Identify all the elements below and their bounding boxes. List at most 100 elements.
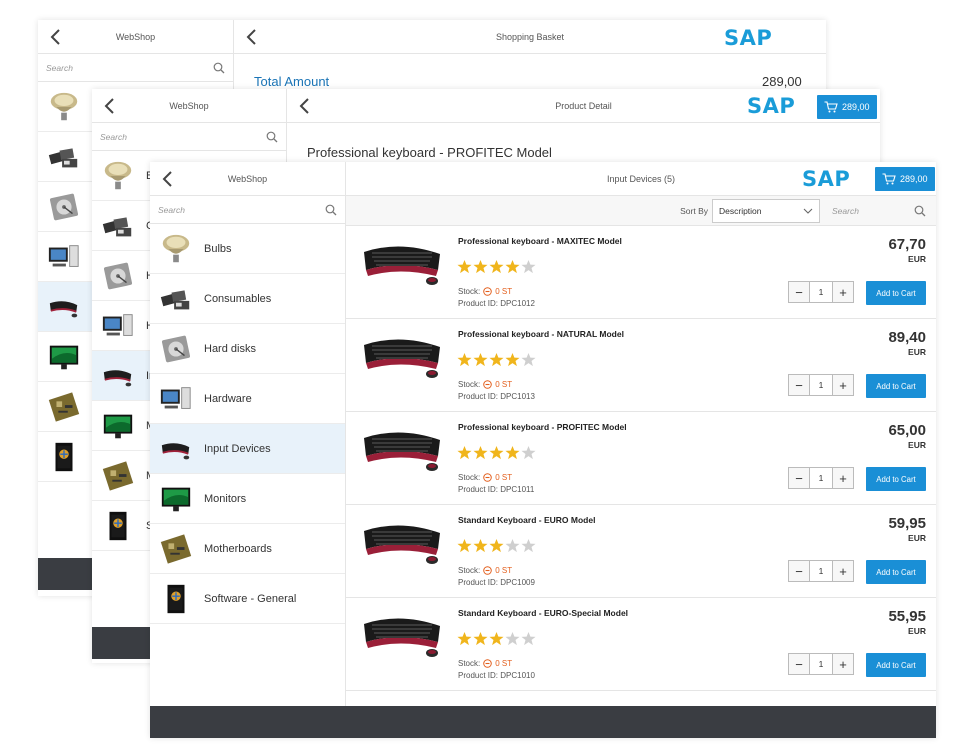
keyboard-icon: [158, 431, 194, 467]
keyboard-icon: [46, 289, 82, 325]
sort-select[interactable]: Description: [712, 198, 820, 223]
category-item-bulbs[interactable]: Bulbs: [150, 224, 345, 274]
product-price: 67,70: [888, 236, 926, 253]
add-to-cart-button[interactable]: Add to Cart: [866, 560, 926, 584]
search-input[interactable]: Search: [92, 123, 286, 151]
add-to-cart-button[interactable]: Add to Cart: [866, 653, 926, 677]
software-box-icon: [158, 581, 194, 617]
search-input[interactable]: Search: [38, 54, 233, 82]
rating-star-icon: [521, 538, 536, 558]
quantity-input[interactable]: 1: [810, 467, 832, 489]
pane-header: WebShop: [150, 162, 345, 196]
product-search-input[interactable]: Search: [826, 199, 930, 223]
add-to-cart-button[interactable]: Add to Cart: [866, 374, 926, 398]
product-image[interactable]: [360, 329, 444, 381]
search-icon[interactable]: [213, 62, 225, 74]
rating-star-icon: [473, 538, 488, 558]
category-list-pane: WebShop Search Bulbs Consumables Hard disk…: [150, 162, 346, 738]
quantity-input[interactable]: 1: [810, 653, 832, 675]
pane-header: WebShop: [92, 89, 286, 123]
category-item-consumables[interactable]: Consumables: [150, 274, 345, 324]
add-to-cart-button[interactable]: Add to Cart: [866, 281, 926, 305]
motherboard-icon: [158, 531, 194, 567]
increment-button[interactable]: +: [832, 374, 854, 396]
search-icon[interactable]: [266, 131, 278, 143]
search-input[interactable]: Search: [150, 196, 345, 224]
decrement-button[interactable]: −: [788, 281, 810, 303]
out-of-stock-icon: [483, 380, 493, 389]
back-arrow-icon[interactable]: [160, 170, 176, 188]
decrement-button[interactable]: −: [788, 374, 810, 396]
stock-info: Stock: 0 ST: [458, 380, 512, 389]
quantity-input[interactable]: 1: [810, 374, 832, 396]
product-image[interactable]: [360, 515, 444, 567]
product-row[interactable]: Professional keyboard - PROFITEC Model St…: [346, 412, 936, 505]
cart-icon: [824, 101, 838, 113]
search-icon[interactable]: [325, 204, 337, 216]
product-row[interactable]: Standard Keyboard - EURO-Special Model St…: [346, 598, 936, 691]
category-item-hardware[interactable]: Hardware: [150, 374, 345, 424]
product-row[interactable]: Standard Keyboard - EURO Model Stock: 0 ST…: [346, 505, 936, 598]
back-arrow-icon[interactable]: [102, 97, 118, 115]
increment-button[interactable]: +: [832, 281, 854, 303]
quantity-input[interactable]: 1: [810, 281, 832, 303]
decrement-button[interactable]: −: [788, 560, 810, 582]
back-arrow-icon[interactable]: [244, 28, 260, 46]
increment-button[interactable]: +: [832, 560, 854, 582]
category-label: Consumables: [204, 292, 272, 305]
rating-star-icon: [489, 445, 504, 465]
product-name[interactable]: Standard Keyboard - EURO-Special Model: [458, 608, 628, 618]
quantity-input[interactable]: 1: [810, 560, 832, 582]
rating-star-icon: [521, 631, 536, 651]
consumables-icon: [100, 208, 136, 244]
category-item-motherboards[interactable]: Motherboards: [150, 524, 345, 574]
computer-icon: [100, 308, 136, 344]
rating-stars: [457, 631, 536, 651]
product-id: Product ID: DPC1011: [458, 485, 535, 494]
product-name[interactable]: Professional keyboard - MAXITEC Model: [458, 236, 622, 246]
stock-label: Stock:: [458, 287, 481, 296]
cart-button[interactable]: 289,00: [817, 95, 877, 119]
category-item-monitors[interactable]: Monitors: [150, 474, 345, 524]
harddisk-icon: [100, 258, 136, 294]
stock-info: Stock: 0 ST: [458, 566, 512, 575]
out-of-stock-icon: [483, 659, 493, 668]
product-name[interactable]: Professional keyboard - NATURAL Model: [458, 329, 624, 339]
back-arrow-icon[interactable]: [297, 97, 313, 115]
decrement-button[interactable]: −: [788, 467, 810, 489]
decrement-button[interactable]: −: [788, 653, 810, 675]
monitor-icon: [46, 339, 82, 375]
category-item-hard-disks[interactable]: Hard disks: [150, 324, 345, 374]
rating-star-icon: [489, 352, 504, 372]
stock-value: 0 ST: [495, 659, 513, 668]
search-icon[interactable]: [914, 205, 926, 217]
pane-header: WebShop: [38, 20, 233, 54]
rating-star-icon: [521, 352, 536, 372]
category-item-software-general[interactable]: Software - General: [150, 574, 345, 624]
product-row[interactable]: Professional keyboard - NATURAL Model Sto…: [346, 319, 936, 412]
rating-star-icon: [457, 352, 472, 372]
product-list-pane: Input Devices (5) SAP 289,00 Sort By Des…: [346, 162, 936, 738]
category-label: Motherboards: [204, 542, 272, 555]
increment-button[interactable]: +: [832, 467, 854, 489]
add-to-cart-button[interactable]: Add to Cart: [866, 467, 926, 491]
product-image[interactable]: [360, 422, 444, 474]
increment-button[interactable]: +: [832, 653, 854, 675]
pane-title: WebShop: [227, 173, 268, 184]
product-row[interactable]: Professional keyboard - MAXITEC Model Sto…: [346, 226, 936, 319]
total-amount-label: Total Amount: [254, 74, 330, 89]
product-name[interactable]: Professional keyboard - PROFITEC Model: [458, 422, 627, 432]
rating-star-icon: [473, 631, 488, 651]
back-arrow-icon[interactable]: [48, 28, 64, 46]
category-label: Input Devices: [204, 442, 271, 455]
rating-star-icon: [505, 445, 520, 465]
product-image[interactable]: [360, 608, 444, 660]
product-name[interactable]: Standard Keyboard - EURO Model: [458, 515, 595, 525]
category-item-input-devices[interactable]: Input Devices: [150, 424, 345, 474]
category-label: Bulbs: [204, 242, 232, 255]
cart-icon: [882, 173, 896, 185]
product-image[interactable]: [360, 236, 444, 288]
rating-stars: [457, 259, 536, 279]
cart-button[interactable]: 289,00: [875, 167, 935, 191]
category-label: Software - General: [204, 592, 297, 605]
